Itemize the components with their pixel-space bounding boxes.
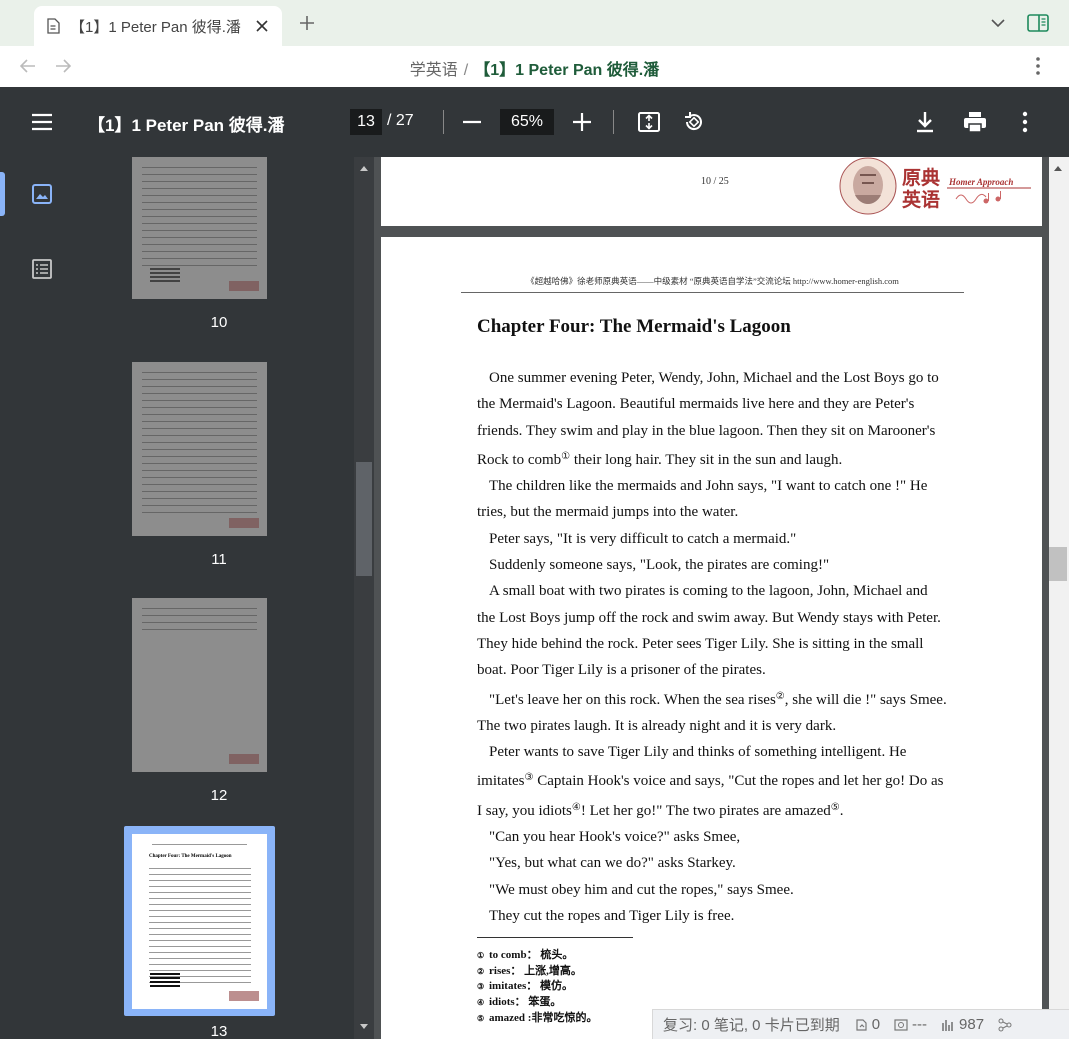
browser-tab[interactable]: 【1】1 Peter Pan 彼得.潘 xyxy=(34,6,282,46)
thumbnail-page[interactable] xyxy=(132,362,267,536)
word-count-status[interactable]: 987 xyxy=(941,1016,984,1033)
pdf-toolbar: 【1】1 Peter Pan 彼得.潘 13 / 27 65% xyxy=(0,87,1069,157)
logo-tagline: Homer Approach xyxy=(948,177,1013,187)
paragraph: The children like the mermaids and John … xyxy=(477,478,928,521)
thumbnails-view-icon[interactable] xyxy=(31,183,53,205)
more-actions-icon[interactable] xyxy=(1014,110,1036,134)
page-number-input[interactable]: 13 xyxy=(350,109,382,135)
previous-page: 10 / 25 原典 英语 Homer Approach xyxy=(381,157,1042,226)
thumbnail-label: 12 xyxy=(210,787,228,804)
breadcrumb-parent[interactable]: 学英语 xyxy=(410,62,458,79)
sync-icon xyxy=(856,1018,867,1031)
footnote: ⑤ amazed :非常吃惊的。 xyxy=(477,1011,598,1024)
tab-search-chevron-icon[interactable] xyxy=(987,12,1009,34)
footnote-ref: ② xyxy=(775,690,785,702)
chapter-title: Chapter Four: The Mermaid's Lagoon xyxy=(477,316,791,337)
print-icon[interactable] xyxy=(962,110,988,134)
side-panel-icon[interactable] xyxy=(1026,11,1050,35)
logo-text-2: 英语 xyxy=(902,188,940,211)
document-icon xyxy=(47,18,60,34)
page-scrollbar[interactable] xyxy=(1049,157,1069,1039)
footnote-ref: ① xyxy=(561,450,571,462)
status-bar: 复习: 0 笔记, 0 卡片已到期 0 --- 987 xyxy=(652,1009,1069,1039)
paragraph: Peter says, "It is very difficult to cat… xyxy=(489,530,797,547)
document-outline-icon[interactable] xyxy=(31,258,53,280)
logo-text-1: 原典 xyxy=(902,166,940,189)
paragraph: Suddenly someone says, "Look, the pirate… xyxy=(489,557,830,574)
thumbnails-panel: 10 11 12 Chapter Four: The Mermaid's Lag… xyxy=(84,157,354,1039)
chart-icon xyxy=(942,1019,953,1031)
breadcrumb-separator: / xyxy=(463,62,469,79)
more-options-icon[interactable] xyxy=(1028,55,1048,77)
sync-status[interactable]: 0 xyxy=(854,1016,880,1033)
image-icon xyxy=(894,1018,908,1031)
close-tab-icon[interactable] xyxy=(252,16,272,36)
scroll-down-arrow-icon[interactable] xyxy=(358,1021,370,1033)
breadcrumb: 学英语 / 【1】1 Peter Pan 彼得.潘 xyxy=(0,56,1069,80)
paragraph: A small boat with two pirates is coming … xyxy=(477,583,941,679)
sidebar-rail xyxy=(0,157,84,1039)
footnote-ref: ④ xyxy=(571,801,581,813)
thumbnail-page[interactable] xyxy=(132,157,267,299)
graph-icon[interactable] xyxy=(998,1018,1012,1032)
zoom-out-icon[interactable] xyxy=(461,110,483,134)
footnote: ① to comb： 梳头。 xyxy=(477,949,574,961)
image-status[interactable]: --- xyxy=(894,1016,927,1033)
active-indicator xyxy=(0,172,5,216)
thumbnails-scrollbar[interactable] xyxy=(354,157,374,1039)
paragraph: "Let's leave her on this rock. When the … xyxy=(477,690,947,734)
review-status[interactable]: 复习: 0 笔记, 0 卡片已到期 xyxy=(663,1014,840,1035)
paragraph: One summer evening Peter, Wendy, John, M… xyxy=(477,370,939,468)
thumbnail-label: 11 xyxy=(211,551,227,568)
paragraph: "We must obey him and cut the ropes," sa… xyxy=(489,881,794,898)
scroll-up-arrow-icon[interactable] xyxy=(1052,162,1064,174)
thumbnails-scrollbar-thumb[interactable] xyxy=(356,462,372,576)
scroll-up-arrow-icon[interactable] xyxy=(358,162,370,174)
breadcrumb-current: 【1】1 Peter Pan 彼得.潘 xyxy=(474,62,660,79)
footnote-divider xyxy=(477,937,633,938)
page-footer-number: 10 / 25 xyxy=(701,176,729,187)
rotate-icon[interactable] xyxy=(682,110,706,134)
thumbnail-label: 13 xyxy=(210,1023,228,1039)
page-total: / 27 xyxy=(387,112,414,129)
toolbar-divider xyxy=(613,110,614,134)
thumbnail-page[interactable] xyxy=(132,598,267,772)
footnote: ② rises： 上涨,增高。 xyxy=(477,964,582,977)
navigation-bar: 学英语 / 【1】1 Peter Pan 彼得.潘 xyxy=(0,46,1069,87)
current-page: 《超越哈佛》徐老师原典英语——中级素材 “原典英语自学法”交流论坛 http:/… xyxy=(381,237,1042,1039)
tab-title: 【1】1 Peter Pan 彼得.潘 xyxy=(70,18,241,36)
homer-english-logo: 原典 英语 Homer Approach xyxy=(839,157,1031,215)
footnote-ref: ⑤ xyxy=(830,801,840,813)
download-icon[interactable] xyxy=(913,110,937,134)
pdf-title: 【1】1 Peter Pan 彼得.潘 xyxy=(88,116,285,135)
page-header: 《超越哈佛》徐老师原典英语——中级素材 “原典英语自学法”交流论坛 http:/… xyxy=(461,275,964,293)
footnotes: ① to comb： 梳头。 ② rises： 上涨,增高。 ③ imitates： … xyxy=(477,948,597,1027)
thumbnail-chapter-heading: Chapter Four: The Mermaid's Lagoon xyxy=(149,854,232,859)
pdf-viewer: 10 / 25 原典 英语 Homer Approach 《超越哈佛》徐老师原典… xyxy=(374,157,1049,1039)
page-scrollbar-thumb[interactable] xyxy=(1049,547,1067,581)
toolbar-divider xyxy=(443,110,444,134)
thumbnail-label: 10 xyxy=(210,314,228,331)
fit-to-page-icon[interactable] xyxy=(637,110,661,134)
paragraph: They cut the ropes and Tiger Lily is fre… xyxy=(489,907,735,924)
paragraph: "Yes, but what can we do?" asks Starkey. xyxy=(489,855,736,872)
thumbnail-page-current[interactable]: Chapter Four: The Mermaid's Lagoon xyxy=(132,834,267,1009)
page-body: One summer evening Peter, Wendy, John, M… xyxy=(477,365,947,929)
zoom-level-input[interactable]: 65% xyxy=(500,109,554,135)
footnote: ④ idiots： 笨蛋。 xyxy=(477,996,562,1009)
paragraph: "Can you hear Hook's voice?" asks Smee, xyxy=(489,829,741,846)
browser-tab-bar: 【1】1 Peter Pan 彼得.潘 xyxy=(0,0,1069,46)
new-tab-button[interactable] xyxy=(294,10,320,36)
zoom-in-icon[interactable] xyxy=(571,110,593,134)
menu-icon[interactable] xyxy=(30,110,54,134)
footnote: ③ imitates： 模仿。 xyxy=(477,980,574,993)
paragraph: Peter wants to save Tiger Lily and think… xyxy=(477,744,944,819)
